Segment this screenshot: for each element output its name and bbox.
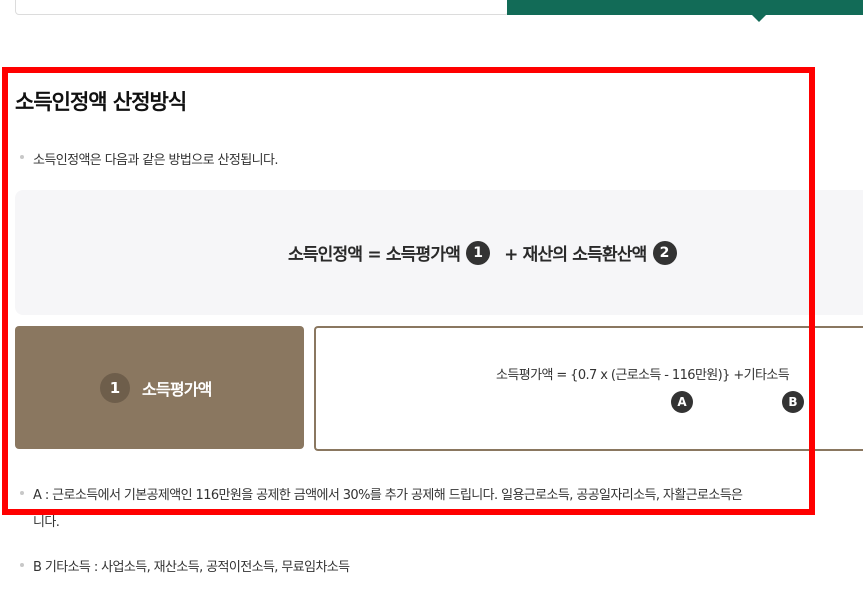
- income-card-label: 소득평가액: [142, 380, 212, 399]
- income-detail-card: 소득평가액 = {0.7 x (근로소득 - 116만원)} +기타소득 A B: [314, 326, 863, 451]
- note-a-line2: 니다.: [33, 515, 60, 530]
- formula-lhs: 소득인정액 = 소득평가액: [288, 245, 461, 265]
- number-2-badge-icon: 2: [652, 240, 677, 265]
- income-evaluation-card: 1 소득평가액: [15, 326, 304, 449]
- number-1-badge-icon: 1: [466, 240, 491, 265]
- section-title: 소득인정액 산정방식: [15, 90, 187, 114]
- intro-text: 소득인정액은 다음과 같은 방법으로 산정됩니다.: [33, 153, 278, 168]
- note-b: B 기타소득 : 사업소득, 재산소득, 공적이전소득, 무료임차소득: [33, 560, 350, 575]
- formula-plus-term: + 재산의 소득환산액: [504, 245, 647, 265]
- bullet-dot-icon: [20, 491, 24, 495]
- tab-caret-icon: [752, 15, 766, 22]
- bullet-dot-icon: [20, 155, 24, 159]
- badge-a-icon: A: [671, 391, 693, 413]
- detail-formula: 소득평가액 = {0.7 x (근로소득 - 116만원)} +기타소득: [496, 368, 790, 383]
- bullet-dot-icon: [20, 563, 24, 567]
- search-input[interactable]: [15, 0, 509, 15]
- badge-b-icon: B: [782, 391, 804, 413]
- note-a-line1: A : 근로소득에서 기본공제액인 116만원을 공제한 금액에서 30%를 추…: [33, 488, 743, 503]
- income-formula: 소득인정액 = 소득평가액 1 + 재산의 소득환산액 2: [288, 240, 677, 265]
- active-tab[interactable]: [507, 0, 863, 15]
- card-number-badge-icon: 1: [100, 373, 130, 403]
